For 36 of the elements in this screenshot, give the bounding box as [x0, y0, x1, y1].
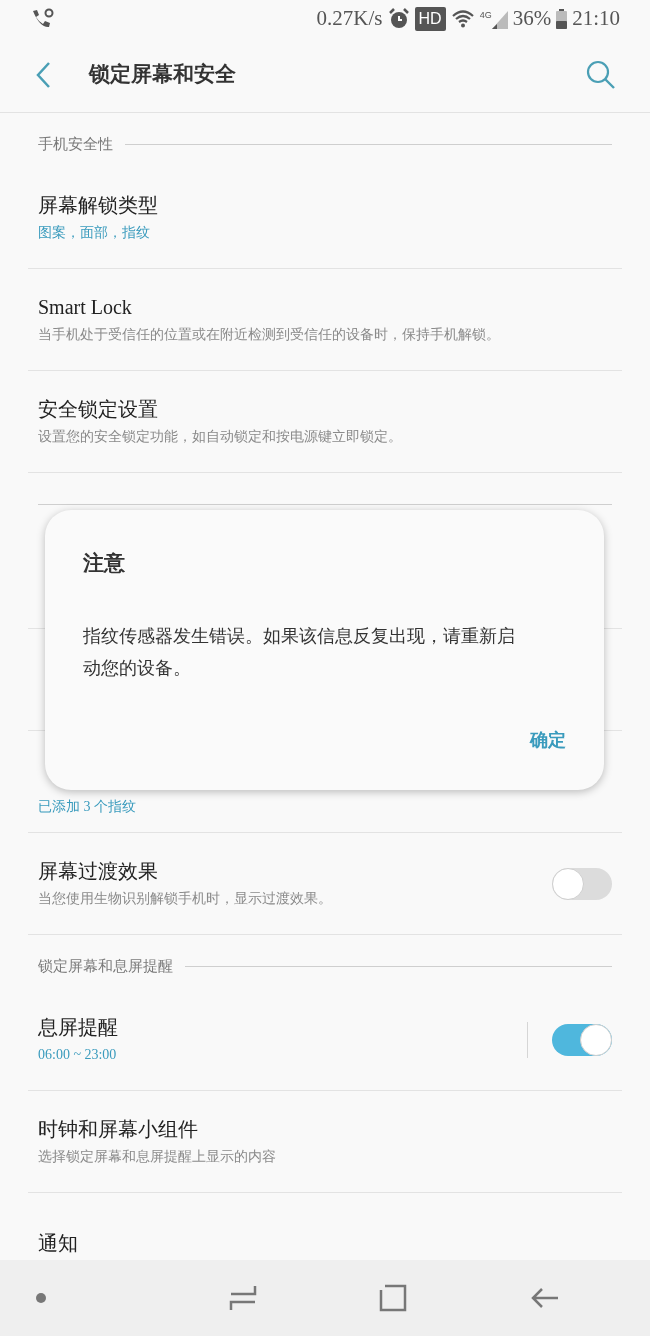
setting-title: 息屏提醒	[38, 1015, 119, 1041]
setting-subtitle: 当手机处于受信任的位置或在附近检测到受信任的设备时，保持手机解锁。	[38, 326, 501, 344]
setting-subtitle: 已添加 3 个指纹	[38, 797, 137, 816]
page-title: 锁定屏幕和安全	[89, 61, 237, 89]
confirm-button[interactable]: 确定	[530, 727, 566, 754]
alarm-icon	[387, 8, 410, 30]
network-speed: 0.27K/s	[316, 5, 383, 33]
section-header: 手机安全性	[38, 134, 113, 154]
wifi-icon	[450, 9, 475, 29]
setting-subtitle: 选择锁定屏幕和息屏提醒上显示的内容	[38, 1148, 277, 1166]
battery-icon	[556, 9, 568, 29]
back-icon[interactable]	[34, 61, 52, 89]
setting-title: 安全锁定设置	[38, 397, 159, 423]
signal-icon	[491, 9, 508, 29]
battery-percent: 36%	[512, 5, 552, 33]
search-icon[interactable]	[586, 60, 616, 90]
setting-title: 屏幕解锁类型	[38, 193, 159, 219]
setting-subtitle: 图案，面部，指纹	[38, 224, 151, 242]
setting-title: 通知	[38, 1231, 79, 1256]
setting-subtitle: 06:00 ~ 23:00	[38, 1046, 118, 1064]
clock: 21:10	[572, 5, 620, 33]
dialog-title: 注意	[83, 550, 126, 577]
toggle-switch[interactable]	[552, 1023, 612, 1056]
home-icon[interactable]	[379, 1284, 408, 1312]
dialog-message: 指纹传感器发生错误。如果该信息反复出现，请重新启动您的设备。	[83, 624, 516, 680]
recent-apps-icon[interactable]	[228, 1284, 257, 1312]
setting-subtitle: 当您使用生物识别解锁手机时，显示过渡效果。	[38, 890, 333, 908]
setting-title: Smart Lock	[38, 295, 133, 321]
setting-title: 时钟和屏幕小组件	[38, 1117, 199, 1143]
section-header: 锁定屏幕和息屏提醒	[38, 956, 173, 976]
hd-badge: HD	[414, 7, 446, 31]
network-type: 4G	[479, 9, 492, 22]
toggle-switch[interactable]	[552, 867, 612, 900]
setting-subtitle: 设置您的安全锁定功能，如自动锁定和按电源键立即锁定。	[38, 428, 403, 446]
setting-title: 屏幕过渡效果	[38, 859, 159, 885]
phone-call-icon	[30, 8, 54, 30]
